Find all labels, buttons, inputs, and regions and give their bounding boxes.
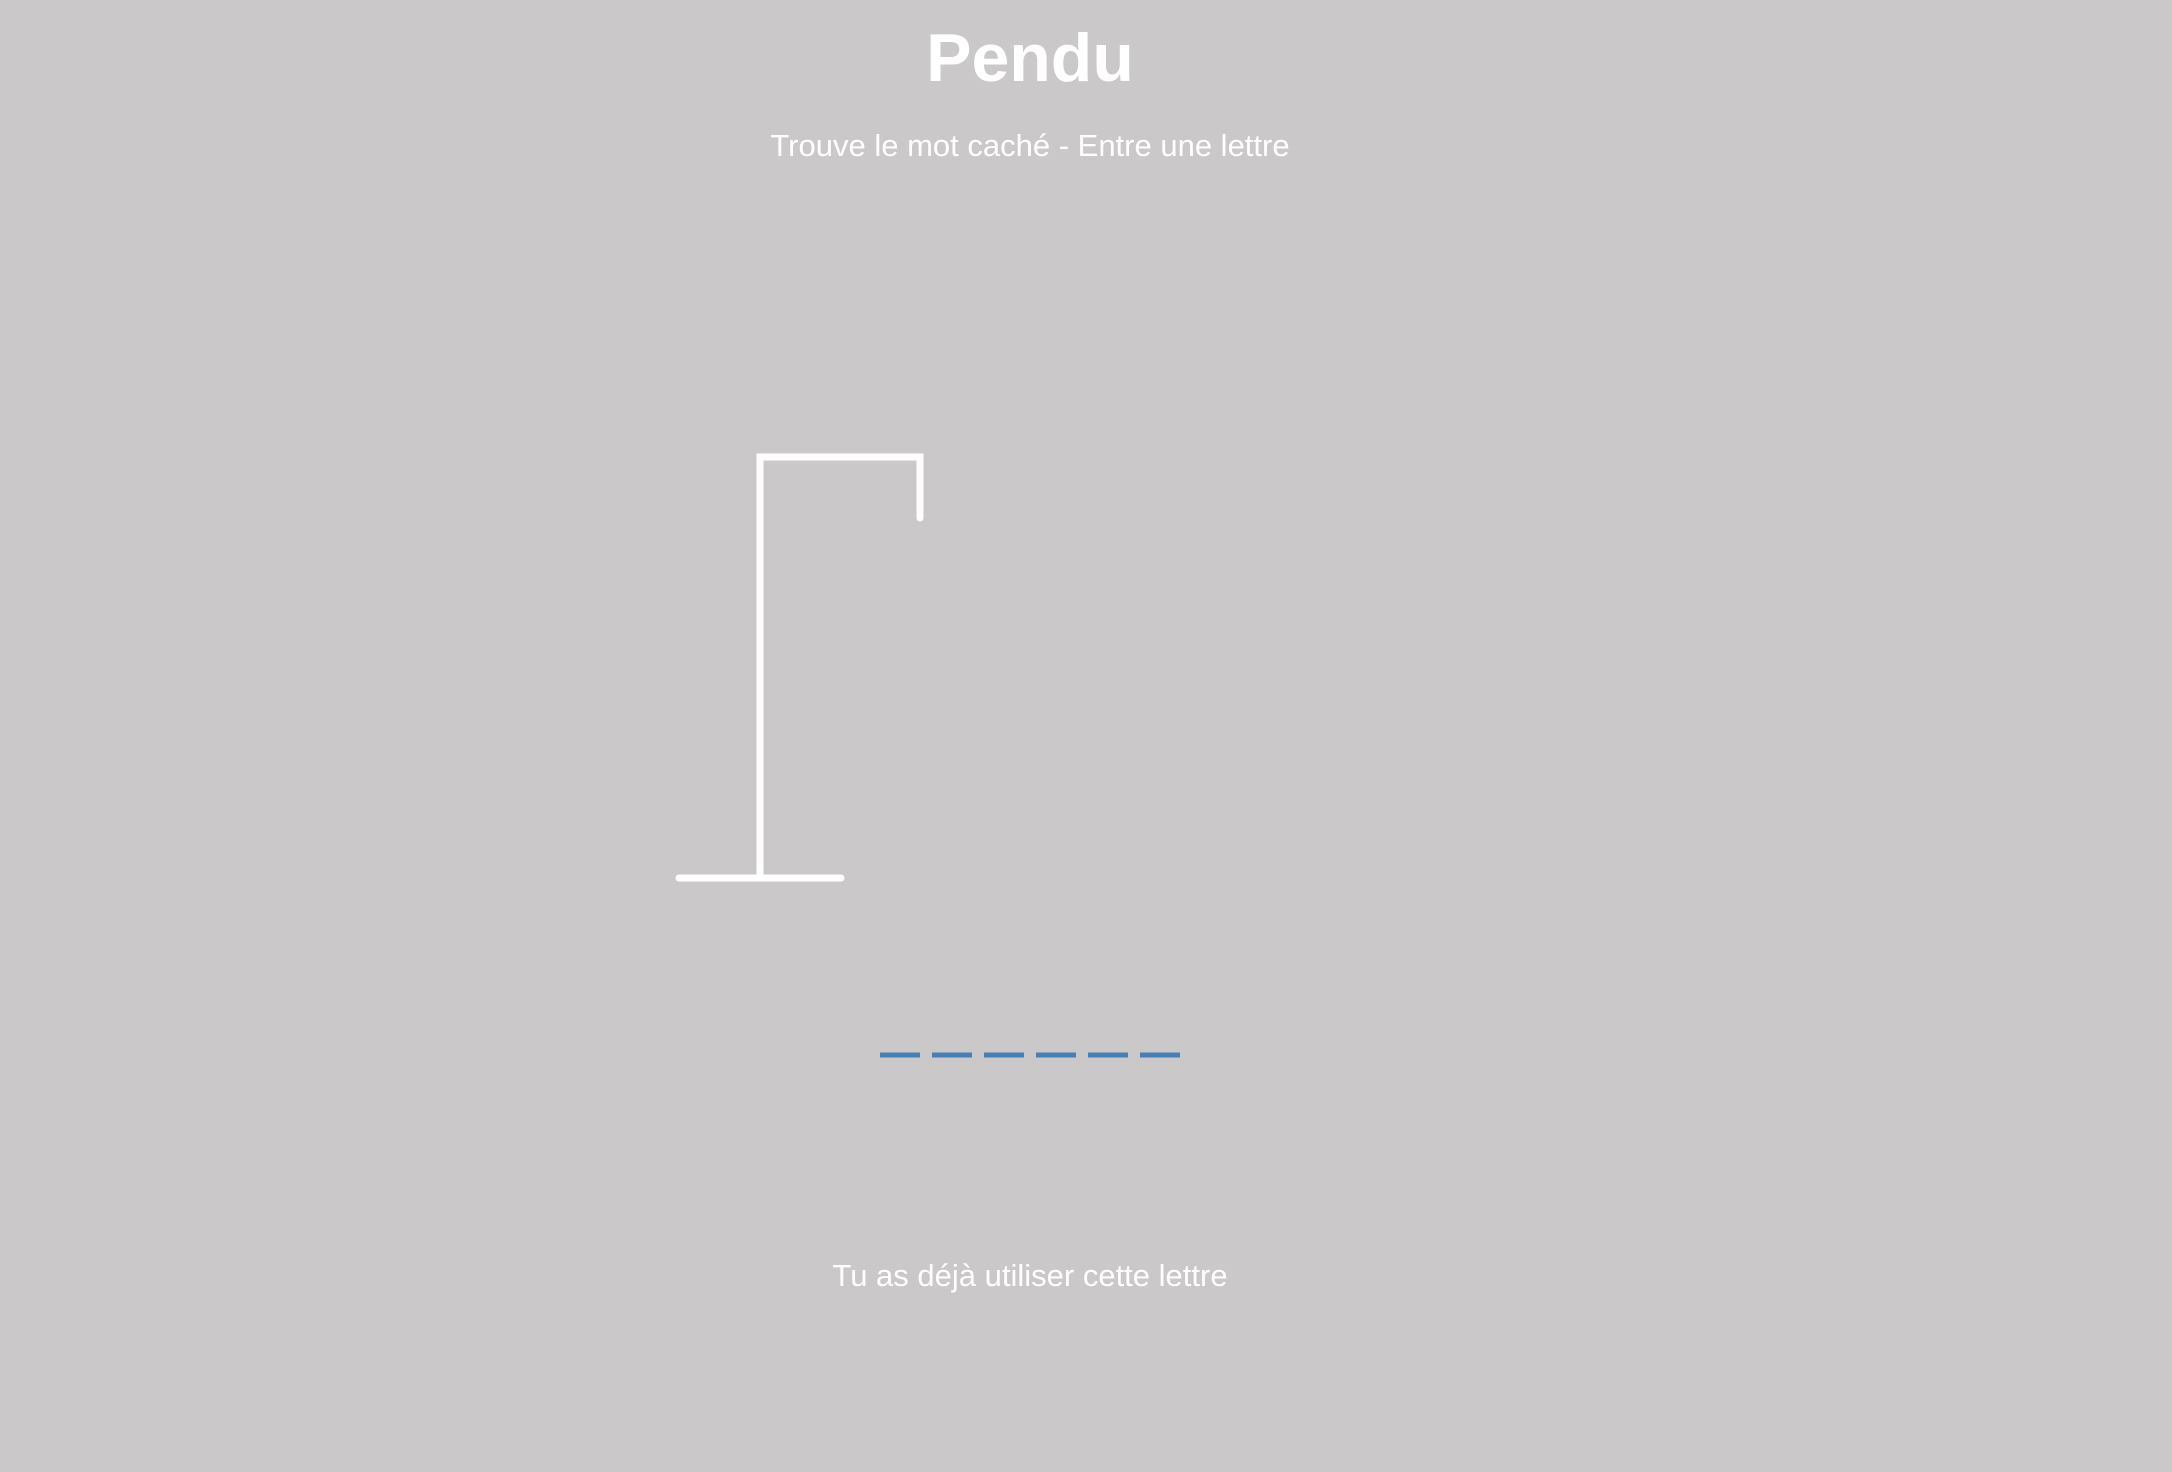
- status-message: Tu as déjà utiliser cette lettre: [832, 1258, 1228, 1293]
- hangman-game: Pendu Trouve le mot caché - Entre une le…: [0, 0, 2172, 1472]
- word-slots: [880, 1052, 1180, 1058]
